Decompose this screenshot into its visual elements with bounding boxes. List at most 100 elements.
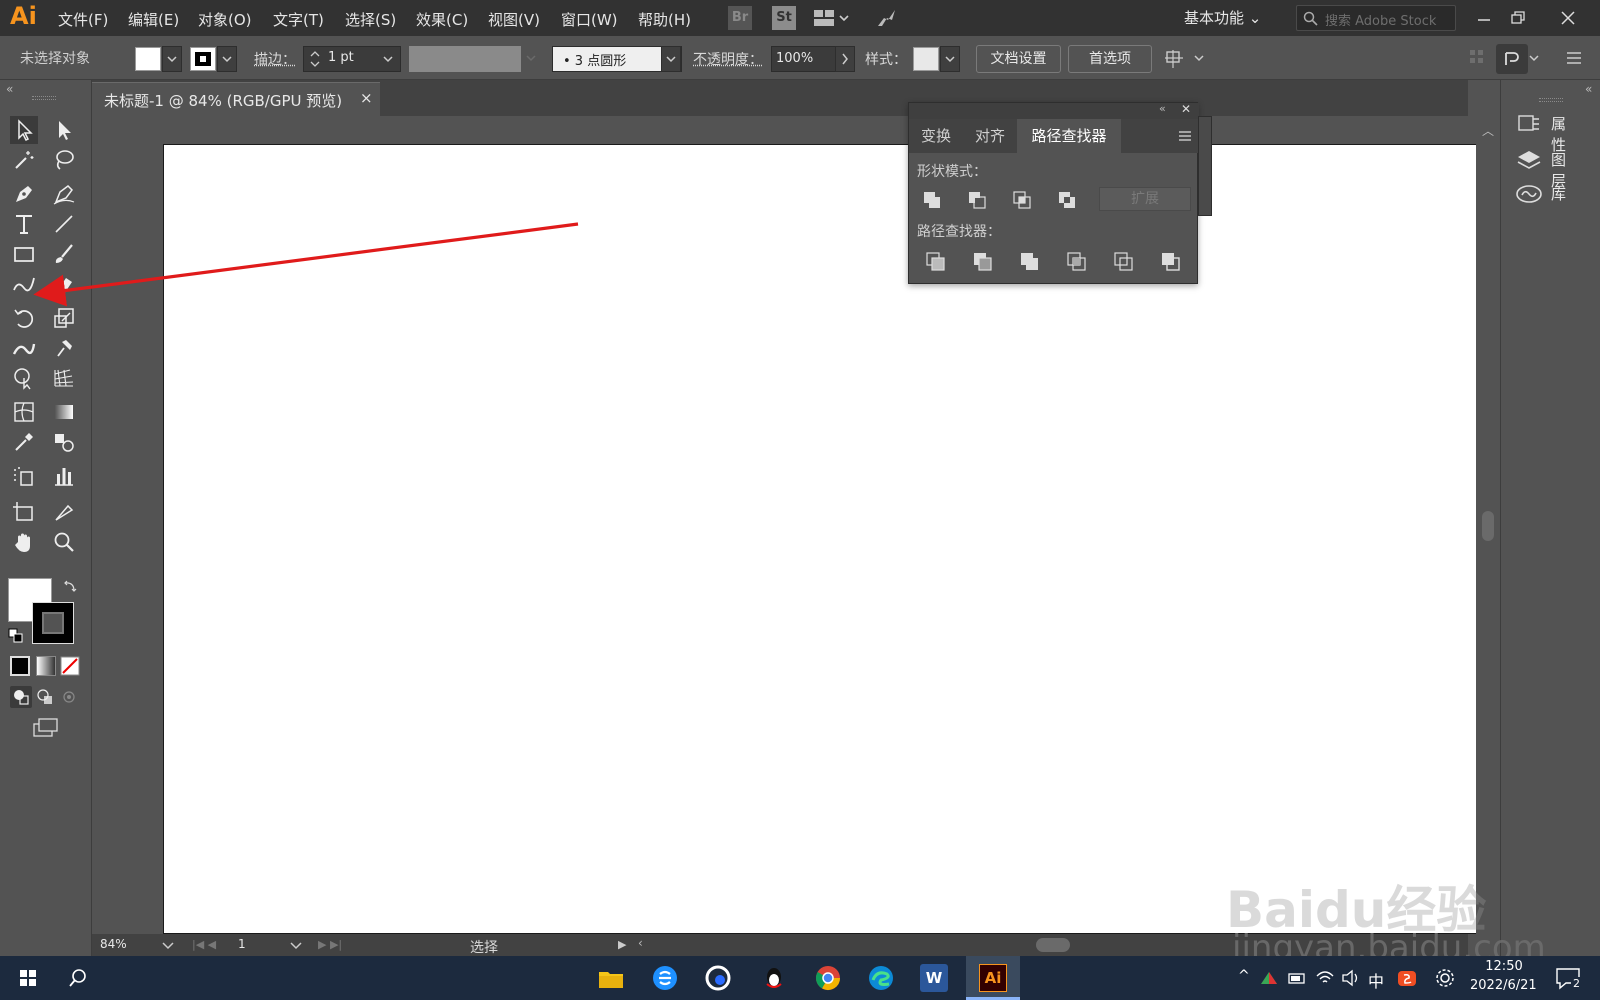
stroke-swatch-dropdown[interactable]	[217, 46, 237, 72]
color-mode-icon[interactable]	[10, 656, 30, 676]
divide-icon[interactable]	[923, 249, 949, 275]
hand-tool-icon[interactable]	[10, 528, 38, 556]
width-tool-icon[interactable]	[10, 334, 38, 362]
blend-tool-icon[interactable]	[50, 428, 78, 456]
stroke-color-box[interactable]	[32, 602, 74, 644]
selection-tool-icon[interactable]	[10, 116, 38, 144]
tab-align[interactable]: 对齐	[963, 119, 1017, 153]
quark-browser-icon[interactable]	[704, 964, 732, 992]
collapse-icon[interactable]: «	[6, 82, 13, 96]
chevron-down-icon[interactable]	[523, 50, 539, 68]
line-segment-tool-icon[interactable]	[50, 210, 78, 238]
workspace-switcher[interactable]: 基本功能 ⌄	[1184, 7, 1261, 28]
artboard-number-field[interactable]: 1	[238, 937, 246, 951]
draw-normal-icon[interactable]	[10, 686, 32, 708]
first-artboard-icon[interactable]: |◀ ◀	[192, 938, 216, 951]
rotate-tool-icon[interactable]	[10, 304, 38, 332]
app-tray-icon[interactable]	[1258, 964, 1280, 992]
crop-icon[interactable]	[1064, 249, 1090, 275]
vertical-scrollbar[interactable]: ︿	[1476, 116, 1500, 934]
opacity-value[interactable]: 100%	[776, 51, 813, 66]
eyedropper-tool-icon[interactable]	[10, 428, 38, 456]
magic-wand-tool-icon[interactable]	[10, 146, 38, 174]
align-to-selection-icon[interactable]	[1163, 46, 1209, 72]
outline-icon[interactable]	[1111, 249, 1137, 275]
close-icon[interactable]: ✕	[1181, 102, 1191, 116]
zoom-dropdown-icon[interactable]	[160, 936, 176, 954]
opacity-expand-button[interactable]	[835, 46, 855, 72]
shaper-tool-icon[interactable]	[10, 270, 38, 298]
volume-icon[interactable]	[1340, 964, 1362, 992]
bridge-icon[interactable]: Br	[728, 6, 752, 30]
artboard[interactable]	[163, 144, 1479, 934]
minus-back-icon[interactable]	[1158, 249, 1184, 275]
collapse-icon[interactable]: «	[1159, 102, 1166, 115]
gear-icon[interactable]	[1432, 964, 1458, 992]
mesh-tool-icon[interactable]	[10, 398, 38, 426]
slice-tool-icon[interactable]	[50, 498, 78, 526]
wifi-icon[interactable]	[1314, 964, 1336, 992]
scale-tool-icon[interactable]	[50, 304, 78, 332]
menu-help[interactable]: 帮助(H)	[638, 9, 691, 30]
minimize-icon[interactable]	[1472, 6, 1496, 30]
close-icon[interactable]	[1556, 6, 1580, 30]
arrange-icon[interactable]	[1496, 44, 1528, 74]
fill-dropdown[interactable]	[162, 46, 182, 72]
eraser-tool-icon[interactable]	[50, 270, 78, 298]
horizontal-scrollbar-thumb[interactable]	[1036, 938, 1070, 952]
curvature-tool-icon[interactable]	[50, 180, 78, 208]
menu-select[interactable]: 选择(S)	[345, 9, 396, 30]
tab-pathfinder[interactable]: 路径查找器	[1017, 119, 1121, 153]
chrome-icon[interactable]	[814, 964, 842, 992]
battery-icon[interactable]	[1286, 964, 1308, 992]
menu-effect[interactable]: 效果(C)	[416, 9, 468, 30]
intersect-icon[interactable]	[1009, 187, 1035, 213]
scroll-left-icon[interactable]: ‹	[638, 936, 643, 950]
scroll-up-icon[interactable]: ︿	[1482, 122, 1494, 139]
panel-grip-icon[interactable]	[1539, 98, 1563, 102]
gradient-mode-icon[interactable]	[36, 656, 56, 676]
search-icon[interactable]	[64, 964, 92, 992]
panel-grip-icon[interactable]	[32, 96, 56, 100]
stroke-weight-field[interactable]: 1 pt	[303, 46, 401, 72]
qq-icon[interactable]	[760, 964, 788, 992]
menu-type[interactable]: 文字(T)	[273, 9, 324, 30]
artboard-dropdown-icon[interactable]	[288, 936, 304, 954]
type-tool-icon[interactable]	[10, 210, 38, 238]
panel-menu-icon[interactable]	[1564, 48, 1584, 68]
word-icon[interactable]: W	[920, 964, 948, 992]
stepper-icon[interactable]	[306, 47, 324, 71]
rectangle-tool-icon[interactable]	[10, 240, 38, 268]
fill-swatch[interactable]	[135, 47, 161, 71]
preferences-button[interactable]: 首选项	[1068, 45, 1152, 73]
menu-file[interactable]: 文件(F)	[58, 9, 108, 30]
stock-search-input[interactable]: 搜索 Adobe Stock	[1296, 5, 1456, 31]
panel-header[interactable]: « ✕	[909, 102, 1199, 119]
document-setup-button[interactable]: 文档设置	[976, 45, 1061, 73]
windows-start-icon[interactable]	[14, 964, 42, 992]
clock-date[interactable]: 2022/6/21	[1470, 978, 1540, 993]
stroke-weight-value[interactable]: 1 pt	[328, 50, 354, 65]
graphic-style-dropdown[interactable]	[940, 46, 960, 72]
variable-width-profile[interactable]	[409, 46, 521, 72]
menu-view[interactable]: 视图(V)	[488, 9, 540, 30]
perspective-grid-tool-icon[interactable]	[50, 364, 78, 392]
input-method-indicator[interactable]: 中	[1368, 968, 1384, 992]
paintbrush-tool-icon[interactable]	[50, 240, 78, 268]
libraries-panel-button[interactable]: 库	[1515, 180, 1566, 208]
restore-icon[interactable]	[1506, 6, 1530, 30]
zoom-level-field[interactable]: 84%	[100, 937, 127, 951]
show-hidden-icons-icon[interactable]: ^	[1238, 968, 1250, 984]
direct-selection-tool-icon[interactable]	[50, 116, 78, 144]
trim-icon[interactable]	[970, 249, 996, 275]
scrollbar-thumb[interactable]	[1482, 511, 1494, 541]
document-tab[interactable]: 未标题-1 @ 84% (RGB/GPU 预览) ×	[92, 82, 380, 116]
file-explorer-icon[interactable]	[597, 964, 625, 992]
shape-builder-tool-icon[interactable]	[10, 364, 38, 392]
artboard-tool-icon[interactable]	[10, 498, 38, 526]
properties-panel-button[interactable]: 属性	[1515, 110, 1566, 154]
layers-panel-button[interactable]: 图层	[1515, 146, 1566, 190]
gpu-performance-icon[interactable]	[874, 6, 898, 30]
default-fill-stroke-icon[interactable]	[8, 628, 24, 644]
zoom-tool-icon[interactable]	[50, 528, 78, 556]
